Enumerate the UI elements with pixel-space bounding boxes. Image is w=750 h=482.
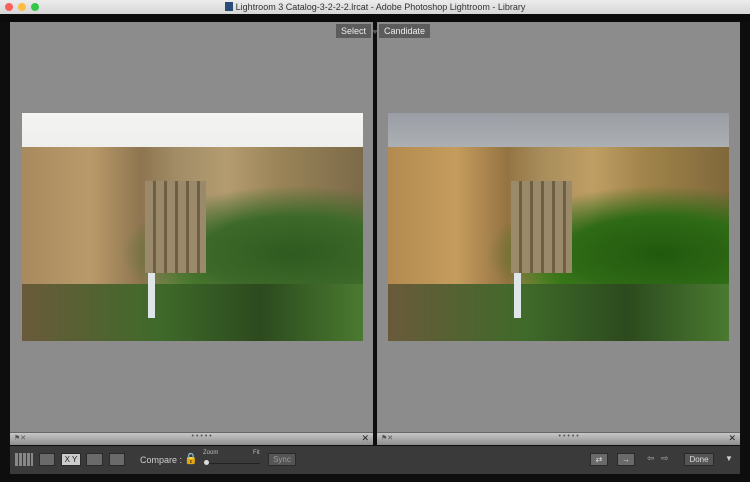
survey-view-icon[interactable]: [86, 453, 103, 466]
remove-candidate-button[interactable]: ✕: [728, 433, 736, 444]
select-photo[interactable]: [22, 113, 363, 341]
close-window-button[interactable]: [5, 3, 13, 11]
candidate-photo[interactable]: [388, 113, 729, 341]
flag-icon[interactable]: ⚑✕: [381, 434, 393, 442]
select-panel: Select: [10, 22, 373, 432]
toolbar-menu-icon[interactable]: ▼: [725, 454, 733, 463]
grid-view-icon[interactable]: [15, 453, 33, 466]
done-button[interactable]: Done: [684, 453, 714, 466]
previous-arrow-icon[interactable]: ⇦: [647, 453, 655, 464]
next-arrow-icon[interactable]: ⇨: [661, 453, 669, 464]
select-label: Select: [335, 24, 371, 38]
flag-icon[interactable]: ⚑✕: [14, 434, 26, 442]
candidate-info-bar: ⚑✕ ••••• ✕: [377, 432, 740, 445]
compare-label: Compare :: [140, 455, 183, 465]
minimize-window-button[interactable]: [18, 3, 26, 11]
candidate-panel: Candidate: [377, 22, 740, 432]
top-panel-toggle[interactable]: [0, 14, 750, 34]
zoom-slider[interactable]: [204, 463, 260, 464]
title-bar: Lightroom 3 Catalog-3-2-2-2.lrcat - Adob…: [0, 0, 750, 14]
rating-dots[interactable]: •••••: [559, 433, 581, 440]
window-controls[interactable]: [5, 3, 39, 11]
lock-icon[interactable]: 🔒: [184, 452, 198, 465]
candidate-label: Candidate: [379, 24, 431, 38]
zoom-window-button[interactable]: [31, 3, 39, 11]
sync-button[interactable]: Sync: [268, 453, 296, 466]
window-title: Lightroom 3 Catalog-3-2-2-2.lrcat - Adob…: [235, 2, 526, 12]
zoom-slider-thumb[interactable]: [204, 460, 209, 465]
remove-select-button[interactable]: ✕: [361, 433, 369, 444]
compare-view-button[interactable]: X Y: [61, 453, 81, 466]
fit-label: Fit: [253, 450, 260, 456]
toolbar: X Y Compare : 🔒 Zoom Fit Sync ⇄ → ⇦ ⇨ Do…: [10, 446, 740, 474]
make-select-button[interactable]: →: [617, 453, 635, 466]
select-info-bar: ⚑✕ ••••• ✕: [10, 432, 373, 445]
swap-button[interactable]: ⇄: [590, 453, 608, 466]
loupe-view-icon[interactable]: [39, 453, 55, 466]
people-view-icon[interactable]: [109, 453, 125, 466]
rating-dots[interactable]: •••••: [192, 433, 214, 440]
zoom-label: Zoom: [203, 450, 219, 456]
catalog-icon: [224, 2, 233, 11]
